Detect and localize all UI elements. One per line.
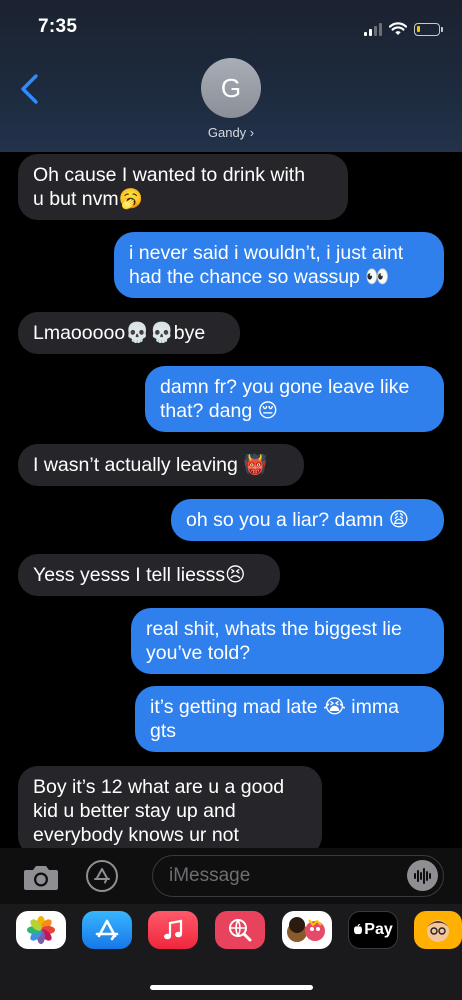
message-text: you’ve told?: [146, 642, 251, 664]
message-bubble-incoming[interactable]: Oh cause I wanted to drink with u but nv…: [18, 154, 348, 220]
animoji-icon[interactable]: [414, 911, 462, 949]
message-input[interactable]: iMessage: [152, 855, 444, 897]
cellular-signal-icon: [364, 22, 382, 36]
message-bubble-outgoing[interactable]: oh so you a liar? damn 😩: [171, 499, 444, 541]
message-text: it’s getting mad late 😭 imma: [150, 696, 399, 718]
home-indicator[interactable]: [150, 985, 313, 990]
app-store-glyph-icon: [94, 868, 110, 884]
web-images-icon[interactable]: [215, 911, 265, 949]
message-bubble-outgoing[interactable]: i never said i wouldn’t, i just aint had…: [114, 232, 444, 298]
message-text: Boy it’s 12 what are u a good: [33, 776, 285, 798]
camera-icon[interactable]: [22, 864, 60, 892]
app-store-a-icon: [95, 919, 119, 941]
wifi-icon: [389, 22, 407, 35]
music-note-icon: [164, 919, 183, 940]
message-bubble-incoming[interactable]: I wasn’t actually leaving 👹: [18, 444, 304, 486]
message-thread[interactable]: Oh cause I wanted to drink with u but nv…: [0, 152, 462, 848]
memoji-stickers-icon[interactable]: [282, 911, 332, 949]
status-icons: [364, 20, 443, 38]
message-bubble-incoming[interactable]: Boy it’s 12 what are u a good kid u bett…: [18, 766, 322, 848]
apple-pay-label: Pay: [364, 921, 393, 938]
message-input-placeholder: iMessage: [169, 865, 251, 886]
back-chevron-icon[interactable]: [18, 72, 42, 106]
message-text: Oh cause I wanted to drink with: [33, 164, 306, 186]
memoji-faces-icon: [287, 917, 325, 942]
globe-search-icon: [229, 919, 252, 942]
apple-logo-icon: [354, 924, 363, 935]
message-text: real shit, whats the biggest lie: [146, 618, 402, 640]
photos-app-icon[interactable]: [16, 911, 66, 949]
apple-pay-icon[interactable]: Pay: [348, 911, 398, 949]
message-bubble-outgoing[interactable]: damn fr? you gone leave like that? dang …: [145, 366, 444, 432]
message-bubble-outgoing[interactable]: real shit, whats the biggest lie you’ve …: [131, 608, 444, 674]
message-text: I wasn’t actually leaving 👹: [33, 454, 268, 476]
message-text: u but nvm🥱: [33, 188, 143, 210]
message-text: kid u better stay up and: [33, 800, 236, 822]
message-text: everybody knows ur not: [33, 824, 239, 846]
contact-name[interactable]: Gandy ›: [0, 125, 462, 140]
status-time: 7:35: [38, 16, 78, 37]
message-bubble-incoming[interactable]: Lmaooooo💀💀bye: [18, 312, 240, 354]
message-text: Lmaooooo💀💀bye: [33, 322, 206, 344]
message-text: damn fr? you gone leave like: [160, 376, 410, 398]
app-store-icon[interactable]: [82, 911, 132, 949]
animoji-face-icon: [427, 920, 449, 942]
battery-icon: [414, 22, 443, 36]
message-text: had the chance so wassup 👀: [129, 266, 390, 288]
message-text: gts: [150, 720, 177, 742]
audio-message-button[interactable]: [407, 860, 438, 891]
message-text: Yess yesss I tell liesss😣: [33, 564, 246, 586]
contact-avatar[interactable]: G: [201, 58, 261, 118]
message-text: i never said i wouldn’t, i just aint: [129, 242, 404, 264]
waveform-icon: [413, 867, 431, 884]
music-app-icon[interactable]: [148, 911, 198, 949]
message-text: that? dang 😔: [160, 400, 278, 422]
message-bubble-outgoing[interactable]: it’s getting mad late 😭 imma gts: [135, 686, 444, 752]
message-bubble-incoming[interactable]: Yess yesss I tell liesss😣: [18, 554, 280, 596]
message-text: oh so you a liar? damn 😩: [186, 509, 410, 531]
app-store-button[interactable]: [86, 860, 118, 892]
photos-flower-icon: [27, 916, 55, 944]
